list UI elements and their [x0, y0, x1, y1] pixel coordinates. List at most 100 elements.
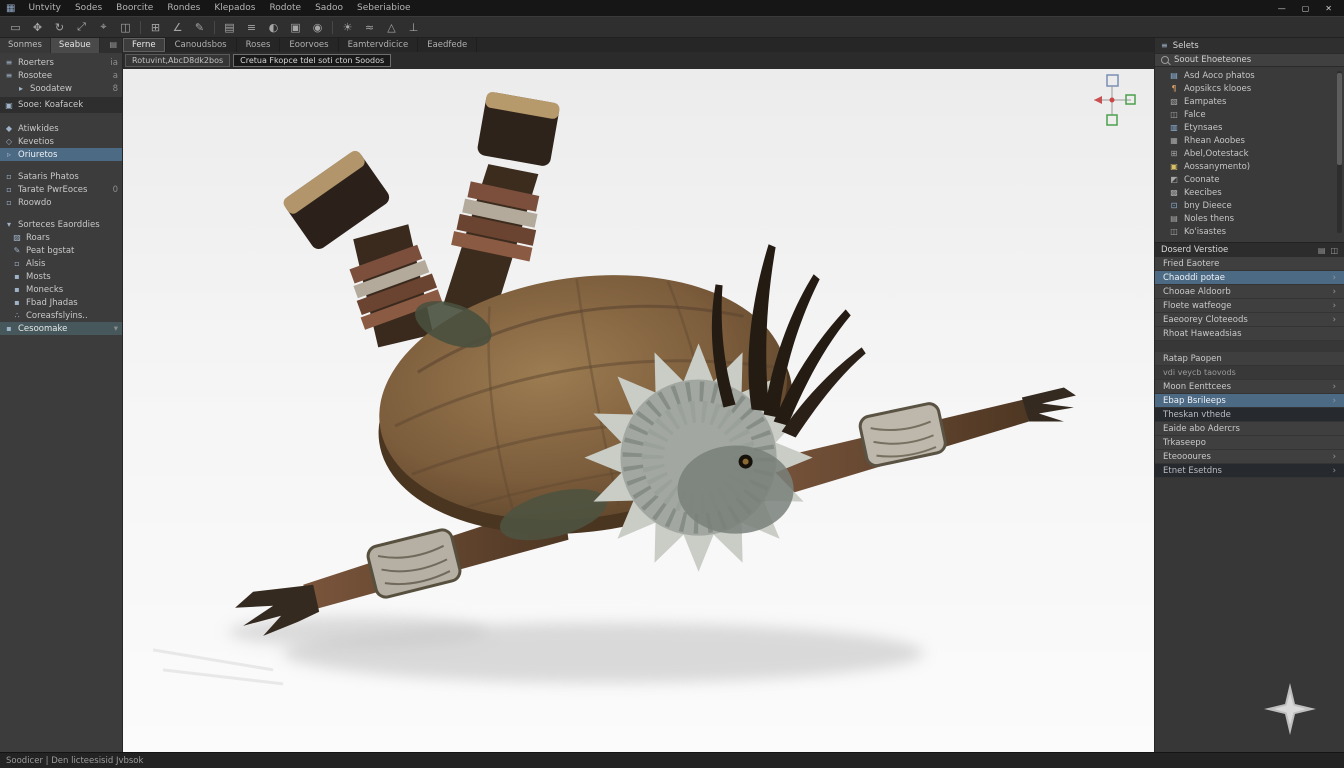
- property-row[interactable]: Etnet Esetdns›: [1155, 464, 1344, 478]
- layout-icon[interactable]: ◫: [1330, 246, 1338, 255]
- property-row[interactable]: Rhoat Haweadsias: [1155, 327, 1344, 341]
- main-area: Sonmes Seabue ▤ ≡ Roerters ia ≡ Rosotee …: [0, 38, 1344, 752]
- menu-item[interactable]: Boorcite: [109, 3, 160, 13]
- viewport-3d[interactable]: [123, 69, 1154, 752]
- pivot-tool-icon[interactable]: ⌖: [96, 20, 111, 34]
- pencil-tool-icon[interactable]: ✎: [192, 21, 207, 34]
- sidebar-item[interactable]: ◇ Kevetios: [0, 135, 122, 148]
- list-item[interactable]: ▩Keecibes: [1155, 186, 1344, 199]
- sidebar-item[interactable]: ▣ Sooe: Koafacek: [0, 97, 122, 113]
- sidebar-item[interactable]: ✎ Peat bgstat: [0, 244, 122, 257]
- property-label: Eaide abo Adercrs: [1163, 424, 1240, 434]
- app-icon[interactable]: ▦: [6, 3, 15, 14]
- list-item[interactable]: ◫Falce: [1155, 108, 1344, 121]
- viewport-tab[interactable]: Eoorvoes: [280, 38, 338, 52]
- property-row[interactable]: Eteoooures›: [1155, 450, 1344, 464]
- list-item[interactable]: ◩Coonate: [1155, 173, 1344, 186]
- view-gizmo[interactable]: [1090, 73, 1136, 131]
- property-row[interactable]: Ratap Paopen: [1155, 352, 1344, 366]
- angle-snap-icon[interactable]: ∠: [170, 21, 185, 34]
- render-icon[interactable]: ▣: [288, 21, 303, 34]
- property-row[interactable]: Floete watfeoge›: [1155, 299, 1344, 313]
- sidebar-item[interactable]: ▫ Tarate PwrEoces 0: [0, 183, 122, 196]
- graph-editor-icon[interactable]: △: [384, 21, 399, 34]
- list-item[interactable]: ⊡bny Dieece: [1155, 199, 1344, 212]
- property-row[interactable]: Moon Eenttcees›: [1155, 380, 1344, 394]
- list-item[interactable]: ⊞Abel,Ootestack: [1155, 147, 1344, 160]
- list-item[interactable]: ▣Aossanymento): [1155, 160, 1344, 173]
- material-editor-icon[interactable]: ◐: [266, 21, 281, 34]
- viewport-tab[interactable]: Canoudsbos: [166, 38, 237, 52]
- menu-item[interactable]: Rodote: [262, 3, 308, 13]
- viewport-tab[interactable]: Ferne: [123, 38, 166, 52]
- sidebar-item[interactable]: ▫ Sataris Phatos: [0, 170, 122, 183]
- close-button[interactable]: ✕: [1325, 4, 1332, 13]
- chevron-down-icon[interactable]: ▾: [114, 324, 118, 334]
- tab-seabue[interactable]: Seabue: [51, 38, 100, 53]
- snap-toggle-icon[interactable]: ⊞: [148, 21, 163, 34]
- scrollbar-thumb[interactable]: [1337, 73, 1342, 165]
- search-bar[interactable]: Soout Ehoeteones: [1155, 53, 1344, 67]
- light-icon[interactable]: ☀: [340, 21, 355, 34]
- rotate-tool-icon[interactable]: ↻: [52, 21, 67, 34]
- property-row[interactable]: Fried Eaotere: [1155, 257, 1344, 271]
- sidebar-item[interactable]: ◆ Atiwkides: [0, 122, 122, 135]
- sidebar-item[interactable]: ▪ Fbad Jhadas: [0, 296, 122, 309]
- axis-constraint-icon[interactable]: ⊥: [406, 21, 421, 34]
- menu-item[interactable]: Seberiabioe: [350, 3, 417, 13]
- list-item[interactable]: ▤Noles thens: [1155, 212, 1344, 225]
- list-item[interactable]: ▤Asd Aoco phatos: [1155, 69, 1344, 82]
- property-row-selected[interactable]: Chaoddi potae›: [1155, 271, 1344, 285]
- sidebar-section-header[interactable]: ▾ Sorteces Eaorddies: [0, 218, 122, 231]
- list-scrollbar[interactable]: [1337, 71, 1342, 233]
- viewport-path-field[interactable]: Rotuvint,AbcD8dk2bos: [125, 54, 230, 67]
- list-item[interactable]: ◫Ko'isastes: [1155, 225, 1344, 238]
- menu-item[interactable]: Klepados: [207, 3, 262, 13]
- menu-item[interactable]: Sodes: [68, 3, 109, 13]
- menu-item[interactable]: Untvity: [21, 3, 68, 13]
- move-tool-icon[interactable]: ✥: [30, 21, 45, 34]
- panel-menu-icon[interactable]: ▤: [104, 38, 122, 53]
- sidebar-item[interactable]: ∴ Coreasfslyins..: [0, 309, 122, 322]
- curve-editor-icon[interactable]: ≈: [362, 21, 377, 34]
- list-item[interactable]: ¶Aopsikcs klooes: [1155, 82, 1344, 95]
- property-row[interactable]: Theskan vthede: [1155, 408, 1344, 422]
- property-row[interactable]: Eaide abo Adercrs: [1155, 422, 1344, 436]
- sidebar-item[interactable]: ▪ Mosts: [0, 270, 122, 283]
- property-row[interactable]: vdi veycb taovods: [1155, 366, 1344, 380]
- property-row[interactable]: Chooae Aldoorb›: [1155, 285, 1344, 299]
- menu-item[interactable]: Rondes: [160, 3, 207, 13]
- viewport-tab[interactable]: Roses: [237, 38, 281, 52]
- select-rect-tool-icon[interactable]: ▭: [8, 21, 23, 34]
- minimize-button[interactable]: —: [1278, 4, 1286, 13]
- sidebar-item[interactable]: ▸ Soodatew 8: [0, 82, 122, 95]
- outliner-icon[interactable]: ≡: [244, 21, 259, 34]
- mirror-tool-icon[interactable]: ◫: [118, 21, 133, 34]
- tab-sonmes[interactable]: Sonmes: [0, 38, 51, 53]
- sidebar-item-label: Fbad Jhadas: [26, 298, 78, 308]
- menu-item[interactable]: Sadoo: [308, 3, 350, 13]
- viewport-tab[interactable]: Eamtervdicice: [339, 38, 419, 52]
- viewport-tab[interactable]: Eaedfede: [418, 38, 477, 52]
- list-item[interactable]: ▥Etynsaes: [1155, 121, 1344, 134]
- scale-tool-icon[interactable]: ⤢: [74, 20, 89, 34]
- creature-model: [123, 69, 1154, 752]
- camera-icon[interactable]: ◉: [310, 21, 325, 34]
- sidebar-item[interactable]: ▨ Roars: [0, 231, 122, 244]
- list-item[interactable]: ▧Eampates: [1155, 95, 1344, 108]
- sidebar-item[interactable]: ▪ Monecks: [0, 283, 122, 296]
- dock-icon[interactable]: ▤: [1318, 246, 1326, 255]
- sidebar-item[interactable]: ≡ Rosotee a: [0, 69, 122, 82]
- maximize-button[interactable]: ▢: [1302, 4, 1310, 13]
- sidebar-item-selected[interactable]: ▪ Cesoomake ▾: [0, 322, 122, 335]
- property-row[interactable]: Eaeoorey Cloteeods›: [1155, 313, 1344, 327]
- list-item-label: Falce: [1184, 110, 1206, 120]
- property-row[interactable]: Trkaseepo: [1155, 436, 1344, 450]
- sidebar-item[interactable]: ▫ Alsis: [0, 257, 122, 270]
- sidebar-item-selected[interactable]: ▹ Oriuretos: [0, 148, 122, 161]
- property-row-selected[interactable]: Ebap Bsrileeps›: [1155, 394, 1344, 408]
- layers-panel-icon[interactable]: ▤: [222, 21, 237, 34]
- list-item[interactable]: ▦Rhean Aoobes: [1155, 134, 1344, 147]
- sidebar-item[interactable]: ≡ Roerters ia: [0, 56, 122, 69]
- sidebar-item[interactable]: ▫ Roowdo: [0, 196, 122, 209]
